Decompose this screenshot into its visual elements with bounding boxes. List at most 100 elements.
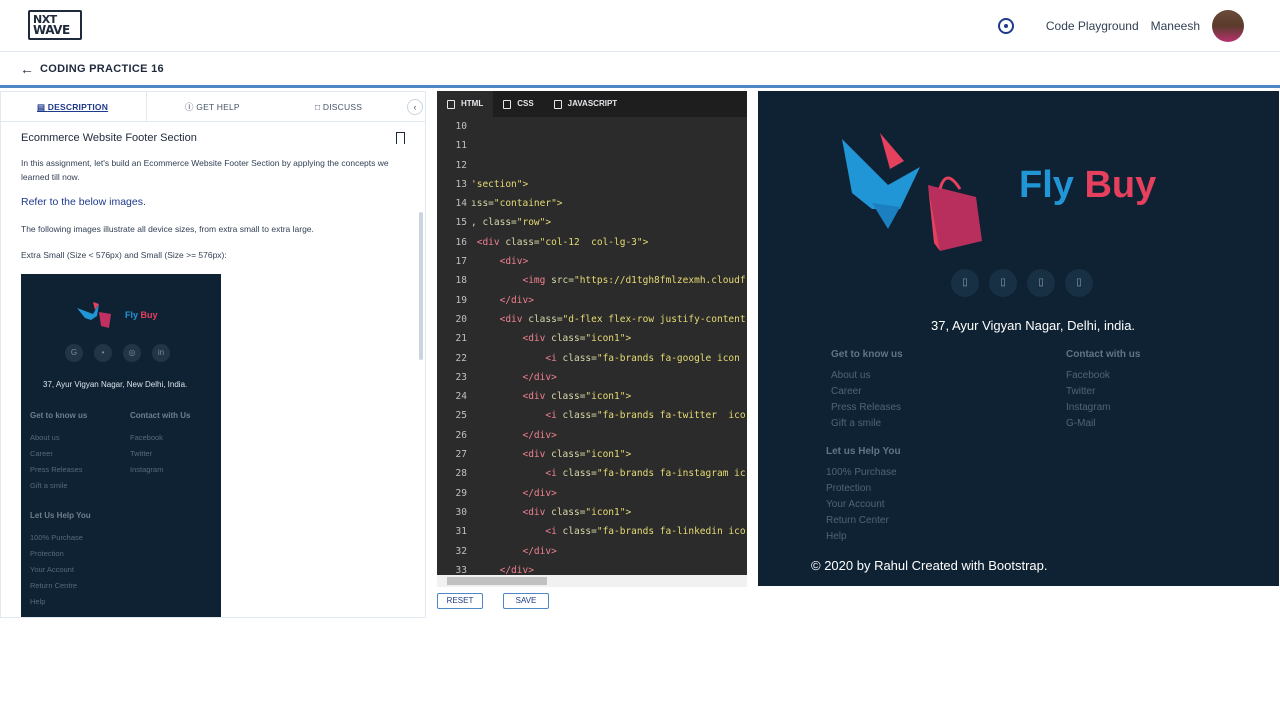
line-number: 31 (455, 526, 467, 538)
code-line[interactable]: <i class="fa-brands fa-instagram ic (471, 464, 747, 483)
illustrate-text: The following images illustrate all devi… (21, 224, 314, 234)
horizontal-scrollbar[interactable] (437, 575, 747, 587)
code-playground-link[interactable]: Code Playground (1046, 19, 1139, 33)
description-content: Ecommerce Website Footer Section In this… (1, 122, 425, 284)
footer-link[interactable]: Your Account (826, 497, 897, 513)
tab-get-help[interactable]: ⓘ GET HELP (185, 92, 240, 122)
code-line[interactable] (471, 136, 747, 155)
line-number: 12 (455, 159, 467, 171)
col1-heading: Get to know us (831, 349, 903, 360)
tab-css[interactable]: CSS (493, 91, 543, 117)
tab-html[interactable]: HTML (437, 91, 494, 117)
code-line[interactable]: <div class="icon1"> (471, 503, 747, 522)
footer-link[interactable]: Press Releases (831, 400, 901, 416)
footer-link[interactable]: Twitter (1066, 384, 1110, 400)
footer-link[interactable]: Help (826, 529, 897, 545)
left-tabs: ▤ DESCRIPTION ⓘ GET HELP □ DISCUSS ‹ (1, 92, 425, 122)
code-line[interactable]: <div> (471, 252, 747, 271)
footer-link[interactable]: 100% Purchase (826, 465, 897, 481)
html5-icon (447, 99, 455, 109)
line-number: 18 (455, 275, 467, 287)
chevron-left-icon: ‹ (413, 102, 417, 112)
code-line[interactable]: <div class="icon1"> (471, 329, 747, 348)
footer-link[interactable]: About us (831, 368, 901, 384)
description-panel: ▤ DESCRIPTION ⓘ GET HELP □ DISCUSS ‹ Eco… (0, 91, 426, 618)
arrow-left-icon[interactable]: ← (20, 61, 34, 77)
code-line[interactable]: </div> (471, 291, 747, 310)
code-editor[interactable]: HTML CSS JAVASCRIPT 10 11 12 13 14 15 16… (437, 91, 747, 587)
avatar[interactable] (1212, 10, 1244, 42)
code-line[interactable] (471, 117, 747, 136)
intro-text: In this assignment, let's build an Ecomm… (21, 158, 389, 182)
refer-heading: Refer to the below images. (21, 196, 146, 208)
col1-links: About us Career Press Releases Gift a sm… (831, 368, 901, 432)
linkedin-icon[interactable]: ▯ (1065, 269, 1093, 297)
footer-link[interactable]: G-Mail (1066, 416, 1110, 432)
code-line[interactable]: <i class="fa-brands fa-linkedin ico (471, 522, 747, 541)
mini-brand-buy: Buy (140, 310, 158, 320)
code-lines[interactable]: 'section"> ıss="container">, class="row">… (471, 117, 747, 575)
line-number: 25 (455, 410, 467, 422)
instagram-icon[interactable]: ▯ (1027, 269, 1055, 297)
line-number: 14 (455, 198, 467, 210)
address: 37, Ayur Vigyan Nagar, Delhi, india. (931, 318, 1136, 333)
mini-col3-heading: Let Us Help You (30, 511, 91, 520)
chat-icon: □ (315, 102, 323, 112)
footer-link[interactable]: Instagram (1066, 400, 1110, 416)
brand-buy: Buy (1084, 164, 1157, 206)
footer-link[interactable]: Return Center (826, 513, 897, 529)
user-name[interactable]: Maneesh (1151, 19, 1200, 33)
flybuy-logo-icon (842, 133, 982, 251)
code-line[interactable]: <div class="d-flex flex-row justify-cont… (471, 310, 747, 329)
code-line[interactable]: ıss="container"> (471, 194, 747, 213)
help-icon: ⓘ (185, 102, 197, 112)
google-icon[interactable]: ▯ (951, 269, 979, 297)
editor-tabs: HTML CSS JAVASCRIPT (437, 91, 747, 117)
mini-col1-heading: Get to know us (30, 411, 88, 420)
list-item: Return Centre (30, 581, 78, 590)
footer-link[interactable]: Protection (826, 481, 897, 497)
scrollbar[interactable] (419, 212, 423, 360)
mini-brand-fly: Fly (125, 310, 139, 320)
logo-line2: WAVE (33, 23, 70, 37)
collapse-panel-button[interactable]: ‹ (407, 99, 423, 115)
code-line[interactable]: </div> (471, 542, 747, 561)
sizes-text: Extra Small (Size < 576px) and Small (Si… (21, 250, 227, 260)
tab-description[interactable]: ▤ DESCRIPTION (37, 92, 147, 122)
footer-link[interactable]: Gift a smile (831, 416, 901, 432)
footer-link[interactable]: Career (831, 384, 901, 400)
top-bar: NXT WAVE Code Playground Maneesh (0, 0, 1280, 52)
nxtwave-logo[interactable]: NXT WAVE (28, 10, 82, 40)
mini-brand: Fly Buy (77, 298, 167, 332)
line-number: 28 (455, 468, 467, 480)
tab-javascript[interactable]: JAVASCRIPT (544, 91, 628, 117)
bookmark-icon[interactable] (396, 132, 405, 144)
code-line[interactable]: </div> (471, 426, 747, 445)
col3-heading: Let us Help You (826, 446, 901, 457)
code-line[interactable]: <div class="icon1"> (471, 445, 747, 464)
save-button[interactable]: SAVE (503, 593, 549, 609)
code-line[interactable]: 'section"> (471, 175, 747, 194)
code-line[interactable]: <i class="fa-brands fa-twitter ico (471, 406, 747, 425)
code-line[interactable]: <img src="https://d1tgh8fmlzexmh.cloudf (471, 271, 747, 290)
mini-col1-links: About us Career Press Releases Gift a sm… (30, 430, 83, 494)
tab-css-label: CSS (517, 99, 534, 108)
code-line[interactable]: , class="row"> (471, 213, 747, 232)
timer-icon[interactable] (997, 18, 1014, 34)
line-number: 23 (455, 371, 467, 383)
footer-link[interactable]: Facebook (1066, 368, 1110, 384)
social-icons: ▯ ▯ ▯ ▯ (951, 269, 1093, 297)
twitter-icon[interactable]: ▯ (989, 269, 1017, 297)
code-line[interactable]: <div class="col-12 col-lg-3"> (471, 233, 747, 252)
code-line[interactable]: <i class="fa-brands fa-google icon (471, 349, 747, 368)
scrollbar-thumb[interactable] (447, 577, 547, 585)
code-line[interactable]: </div> (471, 561, 747, 575)
code-line[interactable]: <div class="icon1"> (471, 387, 747, 406)
code-line[interactable]: </div> (471, 368, 747, 387)
code-line[interactable]: </div> (471, 484, 747, 503)
js-file-icon (553, 99, 562, 109)
css3-icon (503, 99, 512, 109)
reset-button[interactable]: RESET (437, 593, 483, 609)
tab-discuss[interactable]: □ DISCUSS (315, 92, 362, 122)
code-line[interactable] (471, 156, 747, 175)
